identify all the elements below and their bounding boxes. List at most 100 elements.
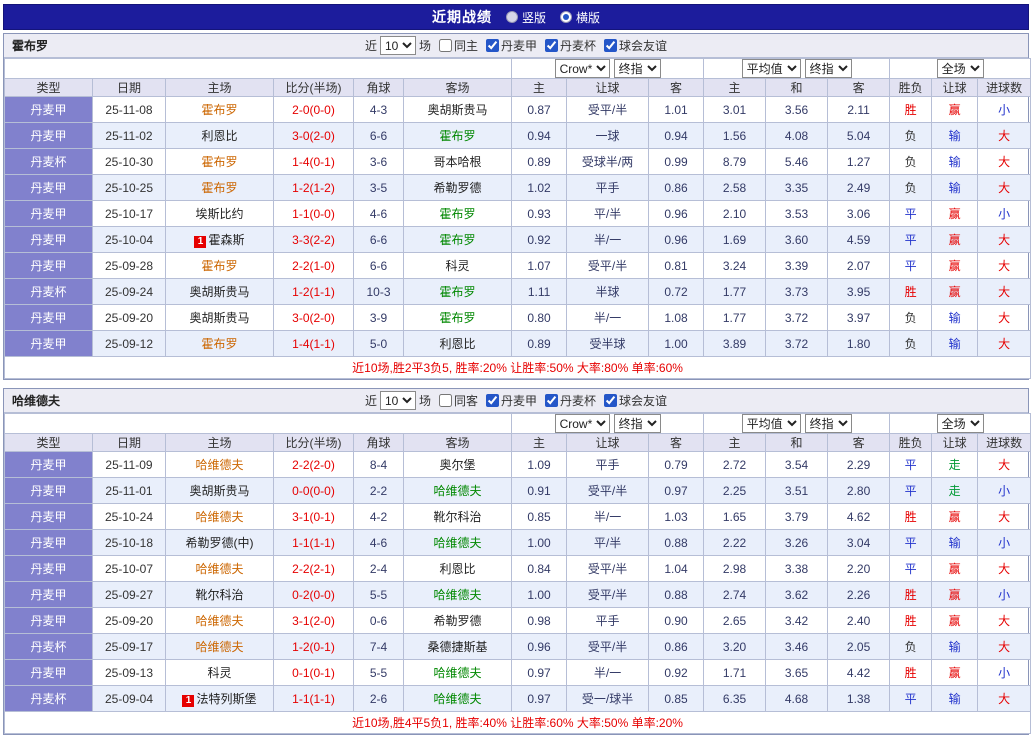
scope-select[interactable]: 全场 (936, 59, 984, 78)
league-filter[interactable]: 丹麦杯 (540, 37, 596, 54)
asia-stage-select[interactable]: 终指 (613, 414, 661, 433)
home-team-name[interactable]: 哈维德夫 (195, 510, 243, 524)
away-team-name[interactable]: 科灵 (446, 259, 470, 273)
league-filter[interactable]: 丹麦甲 (481, 392, 537, 409)
away-team-name[interactable]: 霍布罗 (440, 207, 476, 221)
league-type-cell[interactable]: 丹麦甲 (4, 503, 93, 530)
score-cell[interactable]: 1-1(1-1) (273, 685, 354, 712)
asia-company-select[interactable]: Crow* (554, 414, 610, 433)
away-team-name[interactable]: 希勒罗德 (434, 181, 482, 195)
home-team-name[interactable]: 利恩比 (201, 129, 237, 143)
league-type-cell[interactable]: 丹麦杯 (4, 148, 93, 175)
euro-company-select[interactable]: 平均值 (741, 414, 801, 433)
home-team-name[interactable]: 霍森斯 (208, 233, 244, 247)
layout-vertical-option[interactable]: 竖版 (505, 9, 546, 26)
same-venue-filter[interactable]: 同主 (434, 37, 478, 54)
score-cell[interactable]: 0-2(0-0) (273, 581, 354, 608)
away-team-name[interactable]: 靴尔科治 (434, 510, 482, 524)
league-type-cell[interactable]: 丹麦甲 (4, 529, 93, 556)
away-team-name[interactable]: 奥胡斯贵马 (428, 103, 488, 117)
same-venue-checkbox[interactable] (438, 39, 452, 52)
league-type-cell[interactable]: 丹麦甲 (4, 477, 93, 504)
away-team-name[interactable]: 霍布罗 (440, 129, 476, 143)
league-type-cell[interactable]: 丹麦甲 (4, 122, 93, 149)
home-team-name[interactable]: 霍布罗 (201, 103, 237, 117)
score-cell[interactable]: 2-2(1-0) (273, 252, 354, 279)
league-checkbox[interactable] (545, 394, 559, 407)
league-type-cell[interactable]: 丹麦甲 (4, 451, 93, 478)
home-team-name[interactable]: 奥胡斯贵马 (189, 311, 249, 325)
layout-horizontal-option[interactable]: 横版 (560, 9, 600, 26)
away-team-name[interactable]: 哈维德夫 (434, 588, 482, 602)
league-type-cell[interactable]: 丹麦甲 (4, 581, 93, 608)
league-filter[interactable]: 球会友谊 (599, 392, 667, 409)
score-cell[interactable]: 1-4(0-1) (273, 148, 354, 175)
league-checkbox[interactable] (545, 39, 559, 52)
score-cell[interactable]: 0-0(0-0) (273, 477, 354, 504)
away-team-name[interactable]: 霍布罗 (440, 233, 476, 247)
euro-company-select[interactable]: 平均值 (741, 59, 801, 78)
away-team-name[interactable]: 利恩比 (440, 337, 476, 351)
euro-stage-select[interactable]: 终指 (804, 414, 852, 433)
league-type-cell[interactable]: 丹麦甲 (4, 200, 93, 227)
score-cell[interactable]: 1-4(1-1) (273, 330, 354, 357)
league-checkbox[interactable] (486, 39, 499, 52)
home-team-name[interactable]: 埃斯比约 (195, 207, 243, 221)
home-team-name[interactable]: 靴尔科治 (195, 588, 243, 602)
league-type-cell[interactable]: 丹麦甲 (4, 659, 93, 686)
asia-stage-select[interactable]: 终指 (613, 59, 661, 78)
score-cell[interactable]: 2-2(2-1) (273, 555, 354, 582)
match-count-select[interactable]: 10 (379, 36, 416, 55)
league-type-cell[interactable]: 丹麦甲 (4, 96, 93, 123)
league-type-cell[interactable]: 丹麦甲 (4, 330, 93, 357)
league-type-cell[interactable]: 丹麦甲 (4, 252, 93, 279)
home-team-name[interactable]: 哈维德夫 (195, 458, 243, 472)
away-team-name[interactable]: 哈维德夫 (434, 484, 482, 498)
radio-unselected-icon[interactable] (505, 11, 518, 23)
league-type-cell[interactable]: 丹麦甲 (4, 555, 93, 582)
league-type-cell[interactable]: 丹麦杯 (4, 633, 93, 660)
scope-select[interactable]: 全场 (936, 414, 984, 433)
home-team-name[interactable]: 哈维德夫 (195, 562, 243, 576)
home-team-name[interactable]: 哈维德夫 (195, 614, 243, 628)
score-cell[interactable]: 0-1(0-1) (273, 659, 354, 686)
radio-selected-icon[interactable] (560, 11, 572, 23)
home-team-name[interactable]: 奥胡斯贵马 (189, 484, 249, 498)
league-type-cell[interactable]: 丹麦甲 (4, 607, 93, 634)
league-filter[interactable]: 丹麦杯 (540, 392, 596, 409)
score-cell[interactable]: 1-1(0-0) (273, 200, 354, 227)
away-team-name[interactable]: 希勒罗德 (434, 614, 482, 628)
score-cell[interactable]: 1-2(1-1) (273, 278, 354, 305)
league-checkbox[interactable] (604, 39, 618, 52)
euro-stage-select[interactable]: 终指 (804, 59, 852, 78)
score-cell[interactable]: 3-1(2-0) (273, 607, 354, 634)
match-count-select[interactable]: 10 (379, 391, 416, 410)
league-type-cell[interactable]: 丹麦甲 (4, 226, 93, 253)
score-cell[interactable]: 1-2(0-1) (273, 633, 354, 660)
away-team-name[interactable]: 霍布罗 (440, 285, 476, 299)
home-team-name[interactable]: 科灵 (207, 666, 231, 680)
away-team-name[interactable]: 哥本哈根 (434, 155, 482, 169)
away-team-name[interactable]: 哈维德夫 (434, 666, 482, 680)
league-type-cell[interactable]: 丹麦甲 (4, 304, 93, 331)
away-team-name[interactable]: 哈维德夫 (434, 536, 482, 550)
away-team-name[interactable]: 霍布罗 (440, 311, 476, 325)
league-checkbox[interactable] (486, 394, 499, 407)
away-team-name[interactable]: 桑德捷斯基 (428, 640, 488, 654)
score-cell[interactable]: 1-2(1-2) (273, 174, 354, 201)
score-cell[interactable]: 3-1(0-1) (273, 503, 354, 530)
home-team-name[interactable]: 霍布罗 (201, 259, 237, 273)
home-team-name[interactable]: 霍布罗 (201, 181, 237, 195)
league-type-cell[interactable]: 丹麦杯 (4, 685, 93, 712)
home-team-name[interactable]: 霍布罗 (201, 155, 237, 169)
home-team-name[interactable]: 法特列斯堡 (196, 692, 256, 706)
home-team-name[interactable]: 希勒罗德(中) (186, 536, 254, 550)
score-cell[interactable]: 3-3(2-2) (273, 226, 354, 253)
score-cell[interactable]: 2-0(0-0) (273, 96, 354, 123)
league-filter[interactable]: 球会友谊 (599, 37, 667, 54)
same-venue-checkbox[interactable] (438, 394, 452, 407)
score-cell[interactable]: 2-2(2-0) (273, 451, 354, 478)
score-cell[interactable]: 3-0(2-0) (273, 304, 354, 331)
asia-company-select[interactable]: Crow* (554, 59, 610, 78)
league-filter[interactable]: 丹麦甲 (481, 37, 537, 54)
